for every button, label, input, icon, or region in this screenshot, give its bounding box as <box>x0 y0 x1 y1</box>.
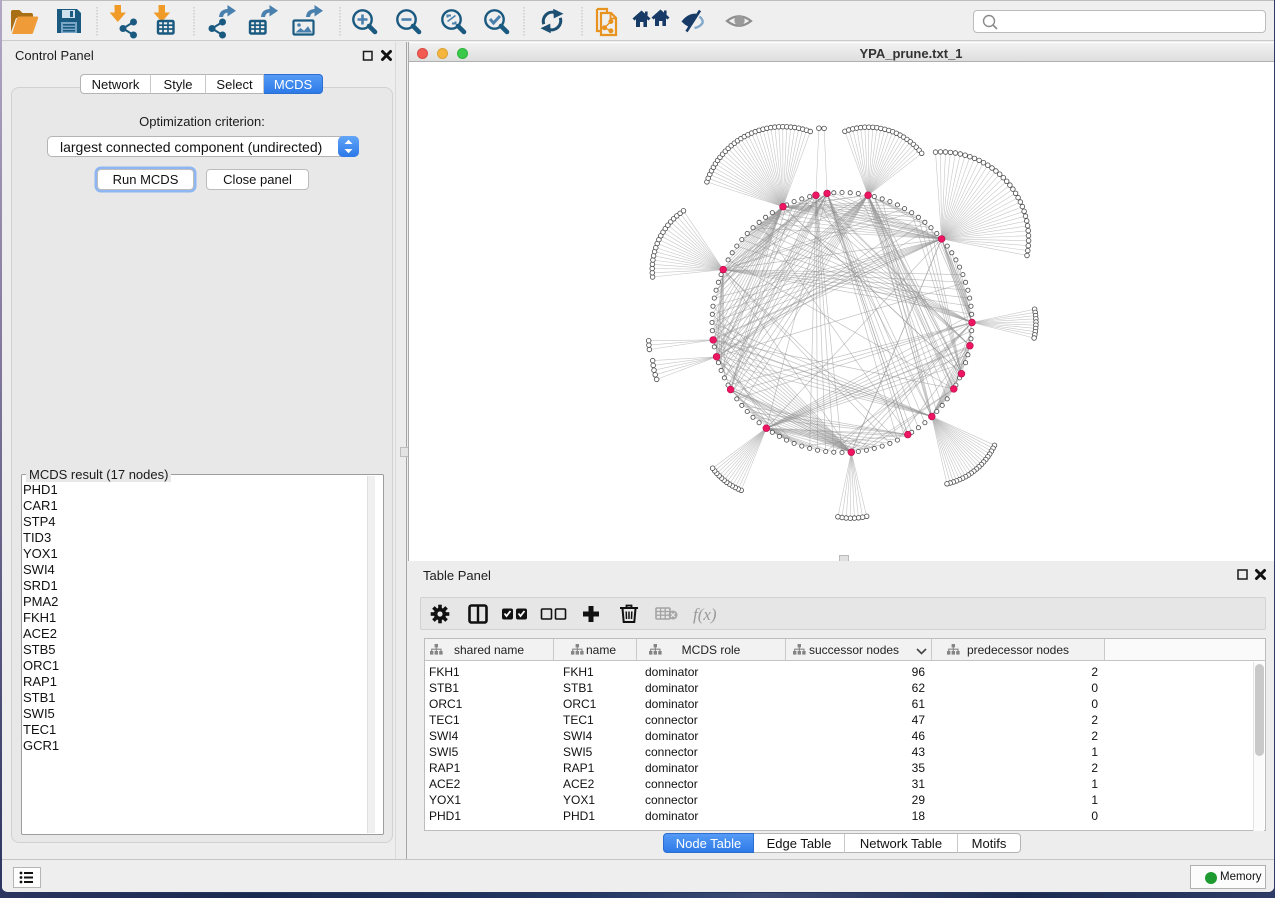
svg-text:f(x): f(x) <box>693 605 717 624</box>
